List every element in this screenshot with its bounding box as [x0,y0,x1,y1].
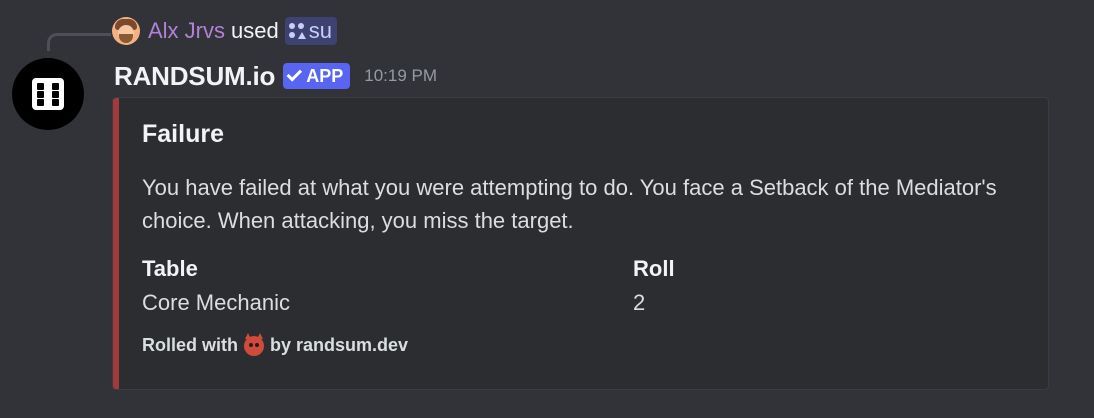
embed-field-table: Table Core Mechanic [142,254,290,319]
message-timestamp[interactable]: 10:19 PM [364,66,437,86]
user-avatar[interactable] [112,17,140,45]
embed-title: Failure [142,120,224,148]
verified-check-icon [286,66,303,82]
reply-connector [47,33,111,51]
interaction-username[interactable]: Alx Jrvs [148,18,225,44]
command-icon [288,23,306,39]
embed-description: You have failed at what you were attempt… [142,175,997,233]
message-header: RANDSUM.io APP 10:19 PM [114,58,437,94]
field-value: Core Mechanic [142,290,290,315]
field-name: Roll [633,256,675,281]
devil-emoji-icon [244,332,264,356]
embed-card: Failure You have failed at what you were… [112,97,1049,390]
author-name[interactable]: RANDSUM.io [114,61,275,92]
app-badge-label: APP [306,65,344,86]
interaction-line: Alx Jrvs used su [112,14,337,48]
field-value: 2 [633,290,646,315]
footer-suffix: by randsum.dev [270,335,409,355]
app-badge: APP [283,63,351,89]
embed-field-roll: Roll 2 [633,254,675,319]
interaction-used-text: used [231,18,279,43]
embed-accent-bar [113,98,119,389]
bot-avatar[interactable] [12,58,84,130]
command-name: su [308,18,332,43]
dice-icon [32,78,64,110]
discord-message: Alx Jrvs used su RANDSUM.io APP 10:19 PM… [0,0,1094,418]
footer-prefix: Rolled with [142,335,238,355]
embed-footer: Rolled with by randsum.dev [142,332,409,356]
field-name: Table [142,256,198,281]
slash-command-pill[interactable]: su [284,17,337,45]
